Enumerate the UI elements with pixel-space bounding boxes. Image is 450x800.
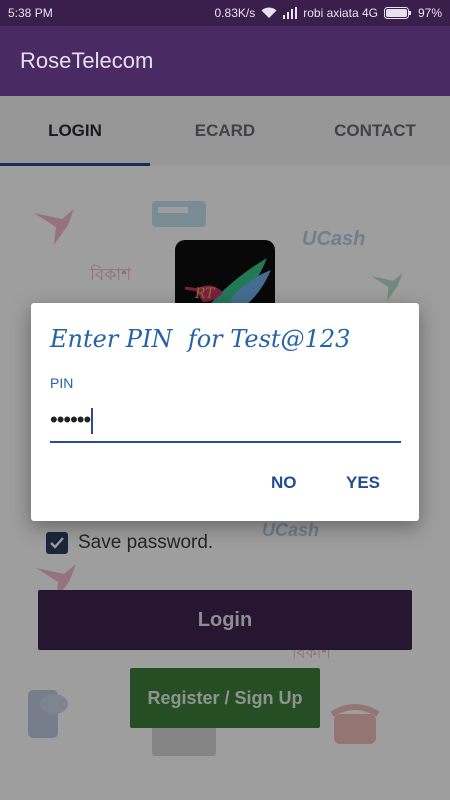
network-speed: 0.83K/s [214, 6, 256, 20]
status-time: 5:38 PM [8, 6, 53, 20]
pin-value-text: •••••• [50, 407, 91, 432]
battery-icon [383, 7, 412, 19]
battery-percent: 97% [417, 6, 442, 20]
wifi-icon [261, 7, 277, 19]
carrier-name: robi axiata 4G [303, 6, 378, 20]
status-bar: 5:38 PM 0.83K/s robi axiata 4G 97% [0, 0, 450, 26]
signal-icon [283, 7, 298, 19]
app-title: RoseTelecom [20, 48, 154, 73]
app-bar: RoseTelecom [0, 26, 450, 96]
text-caret [91, 408, 94, 435]
yes-button[interactable]: YES [346, 473, 380, 493]
pin-label: PIN [50, 375, 74, 391]
pin-value: •••••• [50, 407, 94, 435]
pin-input[interactable] [50, 401, 401, 443]
dialog-title: Enter PIN for Test@123 [50, 325, 351, 353]
no-button[interactable]: NO [271, 473, 297, 493]
pin-dialog: Enter PIN for Test@123 PIN •••••• NO YES [31, 303, 419, 521]
